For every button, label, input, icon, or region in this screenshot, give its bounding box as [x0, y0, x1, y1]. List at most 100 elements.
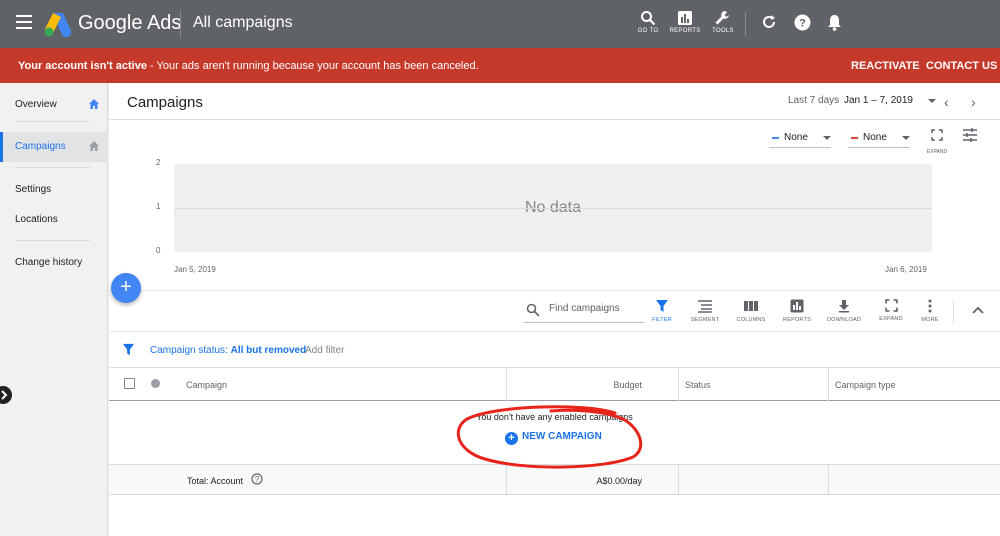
goto-button[interactable]: GO TO: [628, 10, 668, 34]
search-icon: [526, 303, 540, 317]
sidebar: Overview Campaigns Settings Locations Ch…: [0, 83, 108, 536]
chevron-up-icon[interactable]: [971, 305, 985, 315]
brand-name: Google Ads: [78, 12, 182, 34]
table-header: Campaign Budget Status Campaign type: [109, 368, 1000, 401]
page-name: All campaigns: [193, 14, 293, 31]
empty-state-message: You don't have any enabled campaigns: [476, 412, 633, 422]
filter-icon: [122, 343, 135, 356]
new-campaign-label: NEW CAMPAIGN: [522, 431, 602, 442]
gridline: [174, 208, 932, 209]
date-range-caret-icon[interactable]: [928, 99, 936, 103]
x-tick-label: Jan 5, 2019: [174, 265, 216, 274]
add-button[interactable]: +: [111, 273, 141, 303]
tools-button[interactable]: TOOLS: [703, 10, 743, 34]
campaign-status-filter[interactable]: Campaign status: All but removed: [150, 345, 306, 356]
x-tick-label: Jan 6, 2019: [885, 265, 927, 274]
column-header-label: Status: [685, 380, 711, 390]
chevron-down-icon: [902, 136, 910, 140]
reports-top-button[interactable]: REPORTS: [665, 10, 705, 34]
column-header-status[interactable]: Status: [679, 368, 829, 401]
columns-button[interactable]: COLUMNS: [728, 299, 774, 323]
metric-swatch: [851, 137, 858, 139]
search-input[interactable]: [549, 303, 643, 314]
sidebar-divider: [15, 240, 90, 241]
reports-button[interactable]: REPORTS: [774, 299, 820, 323]
contact-us-link[interactable]: CONTACT US: [926, 60, 997, 72]
expand-icon: [884, 299, 898, 312]
page-title: Campaigns: [127, 94, 203, 111]
metric-label: None: [784, 132, 808, 143]
bell-icon[interactable]: [827, 14, 842, 31]
sidebar-item-locations[interactable]: Locations: [0, 205, 108, 235]
metric-label: None: [863, 132, 887, 143]
home-icon: [89, 99, 99, 109]
sidebar-item-campaigns[interactable]: Campaigns: [0, 132, 108, 162]
total-label-cell: Total: Account ?: [109, 465, 507, 495]
help-icon[interactable]: ?: [251, 473, 263, 485]
total-budget: A$0.00/day: [596, 476, 642, 486]
google-ads-logo: [44, 13, 72, 37]
main-header: Campaigns Last 7 days Jan 1 – 7, 2019 ‹ …: [109, 83, 1000, 120]
column-header-campaign-type[interactable]: Campaign type: [829, 368, 1000, 401]
column-header-label: Campaign type: [835, 380, 896, 390]
goto-label: GO TO: [637, 28, 659, 34]
segment-label: SEGMENT: [690, 317, 720, 323]
y-tick-label: 1: [156, 202, 161, 211]
chart-plot-area: No data: [174, 164, 932, 252]
download-label: DOWNLOAD: [827, 317, 861, 323]
filter-value: All but removed: [230, 345, 307, 356]
banner-text: - Your ads aren't running because your a…: [146, 60, 479, 72]
svg-text:?: ?: [255, 475, 260, 484]
table-toolbar: FILTER SEGMENT COLUMNS REPORTS DOWNLOAD …: [109, 290, 1000, 332]
chart-expand-button[interactable]: EXPAND: [924, 128, 950, 155]
segment-button[interactable]: SEGMENT: [682, 299, 728, 323]
search-campaigns[interactable]: [524, 299, 644, 323]
reports-icon: [678, 11, 692, 25]
sidebar-item-change-history[interactable]: Change history: [0, 248, 108, 278]
filter-row: Campaign status: All but removed Add fil…: [109, 332, 1000, 368]
total-row: Total: Account ? A$0.00/day: [109, 465, 1000, 495]
svg-text:?: ?: [799, 18, 806, 30]
select-all-checkbox[interactable]: [124, 378, 135, 389]
top-bar: Google Ads All campaigns GO TO REPORTS T…: [0, 0, 1000, 48]
reports-top-label: REPORTS: [669, 28, 701, 34]
help-icon[interactable]: ?: [794, 14, 811, 31]
chevron-left-icon[interactable]: ‹: [944, 94, 949, 110]
more-icon: [928, 299, 932, 313]
total-budget-cell: A$0.00/day: [507, 465, 679, 495]
sidebar-item-overview[interactable]: Overview: [0, 90, 108, 120]
column-header-label: Campaign: [186, 380, 228, 390]
sidebar-toggle-button[interactable]: [0, 386, 12, 404]
chevron-right-icon[interactable]: ›: [971, 94, 976, 110]
refresh-icon[interactable]: [761, 14, 777, 30]
reactivate-link[interactable]: REACTIVATE: [851, 60, 920, 72]
download-button[interactable]: DOWNLOAD: [821, 299, 867, 323]
sidebar-item-settings[interactable]: Settings: [0, 175, 108, 205]
metric-selector-1[interactable]: None: [769, 130, 831, 148]
date-range-value[interactable]: Jan 1 – 7, 2019: [844, 95, 913, 106]
y-tick-label: 2: [156, 158, 161, 167]
columns-label: COLUMNS: [736, 317, 766, 323]
reports-label: REPORTS: [783, 317, 811, 323]
column-header-campaign[interactable]: Campaign: [109, 368, 507, 401]
menu-icon[interactable]: [16, 15, 32, 33]
y-tick-label: 0: [156, 246, 161, 255]
metric-selector-2[interactable]: None: [848, 130, 910, 148]
account-inactive-banner: Your account isn't active - Your ads are…: [0, 48, 1000, 83]
home-icon: [89, 141, 99, 151]
more-button[interactable]: MORE: [907, 299, 953, 323]
sidebar-item-label: Campaigns: [15, 141, 66, 152]
total-label: Total: Account: [187, 476, 244, 486]
chevron-down-icon: [823, 136, 831, 140]
tune-icon[interactable]: [962, 128, 978, 142]
column-header-budget[interactable]: Budget: [507, 368, 679, 401]
expand-icon: [931, 129, 943, 141]
reports-icon: [790, 299, 804, 313]
new-campaign-button[interactable]: + NEW CAMPAIGN: [505, 431, 602, 445]
filter-button[interactable]: FILTER: [639, 299, 685, 323]
wrench-icon: [715, 11, 729, 25]
toolbar-separator: [953, 300, 954, 324]
add-filter-link[interactable]: Add filter: [305, 345, 344, 356]
segment-icon: [698, 300, 712, 313]
total-status-cell: [679, 465, 829, 495]
